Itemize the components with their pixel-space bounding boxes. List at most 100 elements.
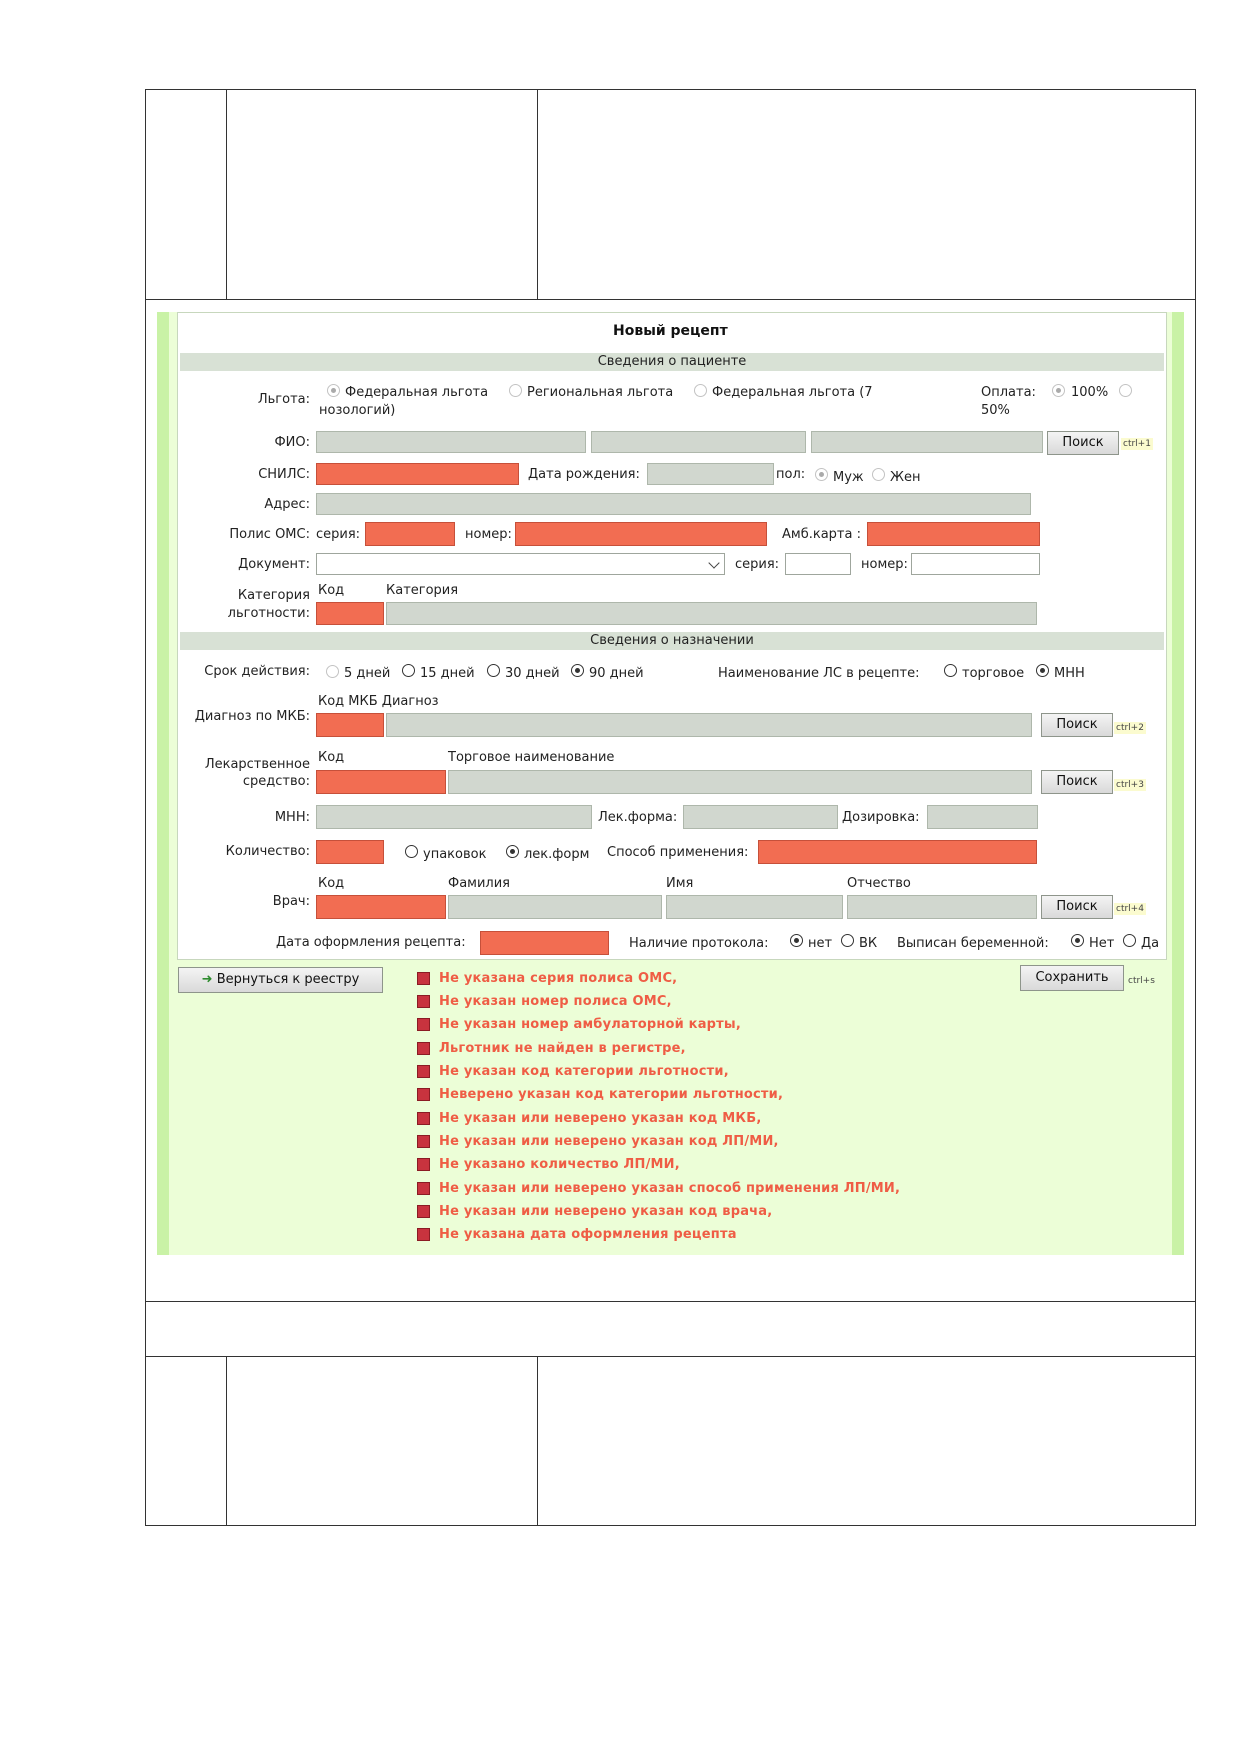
doctor-name-input[interactable] — [666, 895, 843, 919]
error-text: Не указан или неверено указан код ЛП/МИ, — [439, 1134, 779, 1149]
sex-male-radio[interactable] — [815, 468, 828, 481]
category-label-1: Категория — [237, 588, 310, 603]
doctor-code-col-header: Код — [318, 876, 345, 891]
sex-female-label: Жен — [890, 470, 921, 485]
doc-number-input[interactable] — [911, 553, 1040, 575]
ls-trade-radio[interactable] — [944, 664, 957, 677]
lgota-regional-label: Региональная льгота — [527, 385, 674, 400]
doctor-search-button[interactable]: Поиск — [1041, 895, 1113, 919]
birthdate-label: Дата рождения: — [528, 467, 640, 482]
protocol-vk-radio[interactable] — [841, 934, 854, 947]
pregnant-no-radio[interactable] — [1071, 934, 1084, 947]
sex-female-radio[interactable] — [872, 468, 885, 481]
validity-30-radio[interactable] — [487, 664, 500, 677]
mnn-label: МНН: — [274, 810, 310, 825]
qty-packs-label: упаковок — [423, 847, 487, 862]
back-to-registry-button[interactable]: ➜ Вернуться к реестру — [178, 967, 383, 993]
sex-label: пол: — [776, 467, 806, 482]
oplata-100-radio[interactable] — [1052, 384, 1065, 397]
category-name-input[interactable] — [386, 602, 1037, 625]
lgota-federal7-label-cont: нозологий) — [319, 403, 396, 418]
quantity-input[interactable] — [316, 840, 384, 864]
lgota-federal-radio[interactable] — [327, 384, 340, 397]
error-marker-icon — [417, 1042, 430, 1055]
fio-label: ФИО: — [274, 435, 310, 450]
category-col-header: Категория — [386, 583, 459, 598]
diagnosis-search-button[interactable]: Поиск — [1041, 713, 1113, 737]
fio-patronymic-input[interactable] — [811, 431, 1043, 453]
document-select[interactable] — [316, 553, 725, 575]
doctor-patronymic-input[interactable] — [847, 895, 1037, 919]
table-col-divider — [226, 1356, 227, 1526]
ls-mnn-radio[interactable] — [1036, 664, 1049, 677]
protocol-label: Наличие протокола: — [629, 936, 769, 951]
fio-surname-input[interactable] — [316, 431, 586, 453]
error-marker-icon — [417, 1205, 430, 1218]
table-row-divider — [145, 1301, 1196, 1302]
oplata-100-label: 100% — [1071, 385, 1109, 400]
oplata-50-label: 50% — [981, 403, 1010, 418]
validity-15-radio[interactable] — [402, 664, 415, 677]
qty-forms-label: лек.форм — [524, 847, 590, 862]
method-input[interactable] — [758, 840, 1037, 864]
fio-name-input[interactable] — [591, 431, 806, 453]
mnn-input[interactable] — [316, 805, 592, 829]
save-button[interactable]: Сохранить — [1020, 965, 1124, 991]
qty-forms-radio[interactable] — [506, 845, 519, 858]
qty-packs-radio[interactable] — [405, 845, 418, 858]
doc-number-label: номер: — [861, 557, 908, 572]
protocol-no-label: нет — [808, 936, 833, 951]
validity-5-radio[interactable] — [326, 665, 339, 678]
issue-date-input[interactable] — [480, 931, 609, 955]
doctor-label: Врач: — [272, 894, 310, 909]
issue-date-label: Дата оформления рецепта: — [276, 935, 466, 950]
drug-code-input[interactable] — [316, 770, 446, 794]
error-text: Неверено указан код категории льготности… — [439, 1087, 784, 1102]
table-col-divider — [226, 89, 227, 299]
mkb-diagnosis-input[interactable] — [386, 713, 1032, 737]
validity-30-label: 30 дней — [505, 666, 560, 681]
oplata-50-radio[interactable] — [1119, 384, 1132, 397]
dosage-input[interactable] — [927, 805, 1038, 829]
protocol-no-radio[interactable] — [790, 934, 803, 947]
validity-label: Срок действия: — [204, 664, 310, 679]
drug-code-col-header: Код — [318, 750, 345, 765]
lgota-federal7-radio[interactable] — [694, 384, 707, 397]
drug-trade-name-input[interactable] — [448, 770, 1032, 794]
mkb-code-input[interactable] — [316, 713, 384, 737]
lgota-label: Льгота: — [257, 392, 310, 407]
method-label: Способ применения: — [607, 845, 749, 860]
polis-series-label: серия: — [316, 527, 361, 542]
diagnosis-search-shortcut: ctrl+2 — [1114, 722, 1146, 734]
address-label: Адрес: — [264, 497, 310, 512]
patient-search-button[interactable]: Поиск — [1047, 431, 1119, 455]
doc-series-input[interactable] — [785, 553, 851, 575]
drug-search-shortcut: ctrl+3 — [1114, 779, 1146, 791]
error-text: Не указан номер амбулаторной карты, — [439, 1017, 742, 1032]
code-col-header: Код — [318, 583, 345, 598]
birthdate-input[interactable] — [647, 463, 774, 485]
polis-number-input[interactable] — [515, 522, 767, 546]
sex-male-label: Муж — [833, 470, 864, 485]
back-to-registry-label: Вернуться к реестру — [216, 972, 360, 987]
table-col-divider — [537, 1356, 538, 1526]
address-input[interactable] — [316, 493, 1031, 515]
doctor-surname-input[interactable] — [448, 895, 662, 919]
validity-5-label: 5 дней — [344, 666, 391, 681]
chevron-down-icon — [708, 557, 720, 569]
snils-input[interactable] — [316, 463, 519, 485]
lek-form-input[interactable] — [683, 805, 838, 829]
polis-series-input[interactable] — [365, 522, 455, 546]
validity-90-radio[interactable] — [571, 664, 584, 677]
drug-search-button[interactable]: Поиск — [1041, 770, 1113, 794]
table-row-divider — [145, 299, 1196, 300]
amb-card-input[interactable] — [867, 522, 1040, 546]
protocol-vk-label: ВК — [859, 936, 878, 951]
ls-trade-label: торговое — [962, 666, 1025, 681]
lgota-federal-label: Федеральная льгота — [345, 385, 489, 400]
category-code-input[interactable] — [316, 602, 384, 625]
error-marker-icon — [417, 972, 430, 985]
doctor-code-input[interactable] — [316, 895, 446, 919]
lgota-regional-radio[interactable] — [509, 384, 522, 397]
pregnant-yes-radio[interactable] — [1123, 934, 1136, 947]
